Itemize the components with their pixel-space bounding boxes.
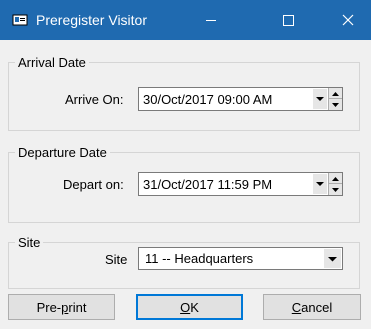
spin-up-button[interactable] [329,173,342,184]
depart-on-dropdown-button[interactable] [313,174,327,194]
spin-up-button[interactable] [329,88,342,99]
pre-print-label-post: rint [68,299,87,315]
minimize-button[interactable] [188,0,234,40]
close-icon [342,14,354,26]
depart-on-spinner[interactable] [328,173,342,195]
site-label: Site [105,252,128,267]
departure-date-legend: Departure Date [18,145,107,160]
title-bar[interactable]: Preregister Visitor [0,0,371,40]
window-title: Preregister Visitor [36,12,148,28]
pre-print-label-pre: Pre [36,299,57,315]
spin-down-button[interactable] [329,184,342,194]
maximize-icon [283,15,294,26]
chevron-down-icon [316,182,324,186]
cancel-label-rest: ancel [301,299,333,315]
arrive-on-value[interactable]: 30/Oct/2017 09:00 AM [143,92,272,107]
pre-print-label-mid: -p [56,299,69,315]
site-legend: Site [18,235,41,250]
arrow-down-icon [332,103,339,107]
chevron-down-icon [328,257,337,262]
minimize-icon [206,20,216,21]
site-dropdown-button[interactable] [324,249,341,268]
ok-label-rest: K [190,299,199,315]
arrive-on-dropdown-button[interactable] [313,89,327,109]
arrive-on-spinner[interactable] [328,88,342,110]
chevron-down-icon [316,97,324,101]
cancel-accelerator: C [291,299,302,315]
ok-button[interactable]: OK [136,294,243,320]
depart-on-label: Depart on: [63,177,124,192]
ok-accelerator: O [180,299,191,315]
depart-on-datetime-picker[interactable]: 31/Oct/2017 11:59 PM [138,172,343,196]
spin-down-button[interactable] [329,99,342,109]
arrive-on-label: Arrive On: [65,92,124,107]
depart-on-value[interactable]: 31/Oct/2017 11:59 PM [143,177,272,192]
arrive-on-datetime-picker[interactable]: 30/Oct/2017 09:00 AM [138,87,343,111]
dialog-body: Arrival Date Arrive On: 30/Oct/2017 09:0… [0,40,371,329]
arrow-down-icon [332,188,339,192]
cancel-button[interactable]: Cancel [263,294,361,320]
site-select[interactable]: 11 -- Headquarters [138,247,343,270]
close-button[interactable] [325,0,371,40]
maximize-button[interactable] [265,0,311,40]
site-selected-value[interactable]: 11 -- Headquarters [145,251,253,266]
arrival-date-legend: Arrival Date [18,55,86,70]
visitor-card-icon [12,12,28,28]
pre-print-button[interactable]: Pre -p rint [8,294,115,320]
